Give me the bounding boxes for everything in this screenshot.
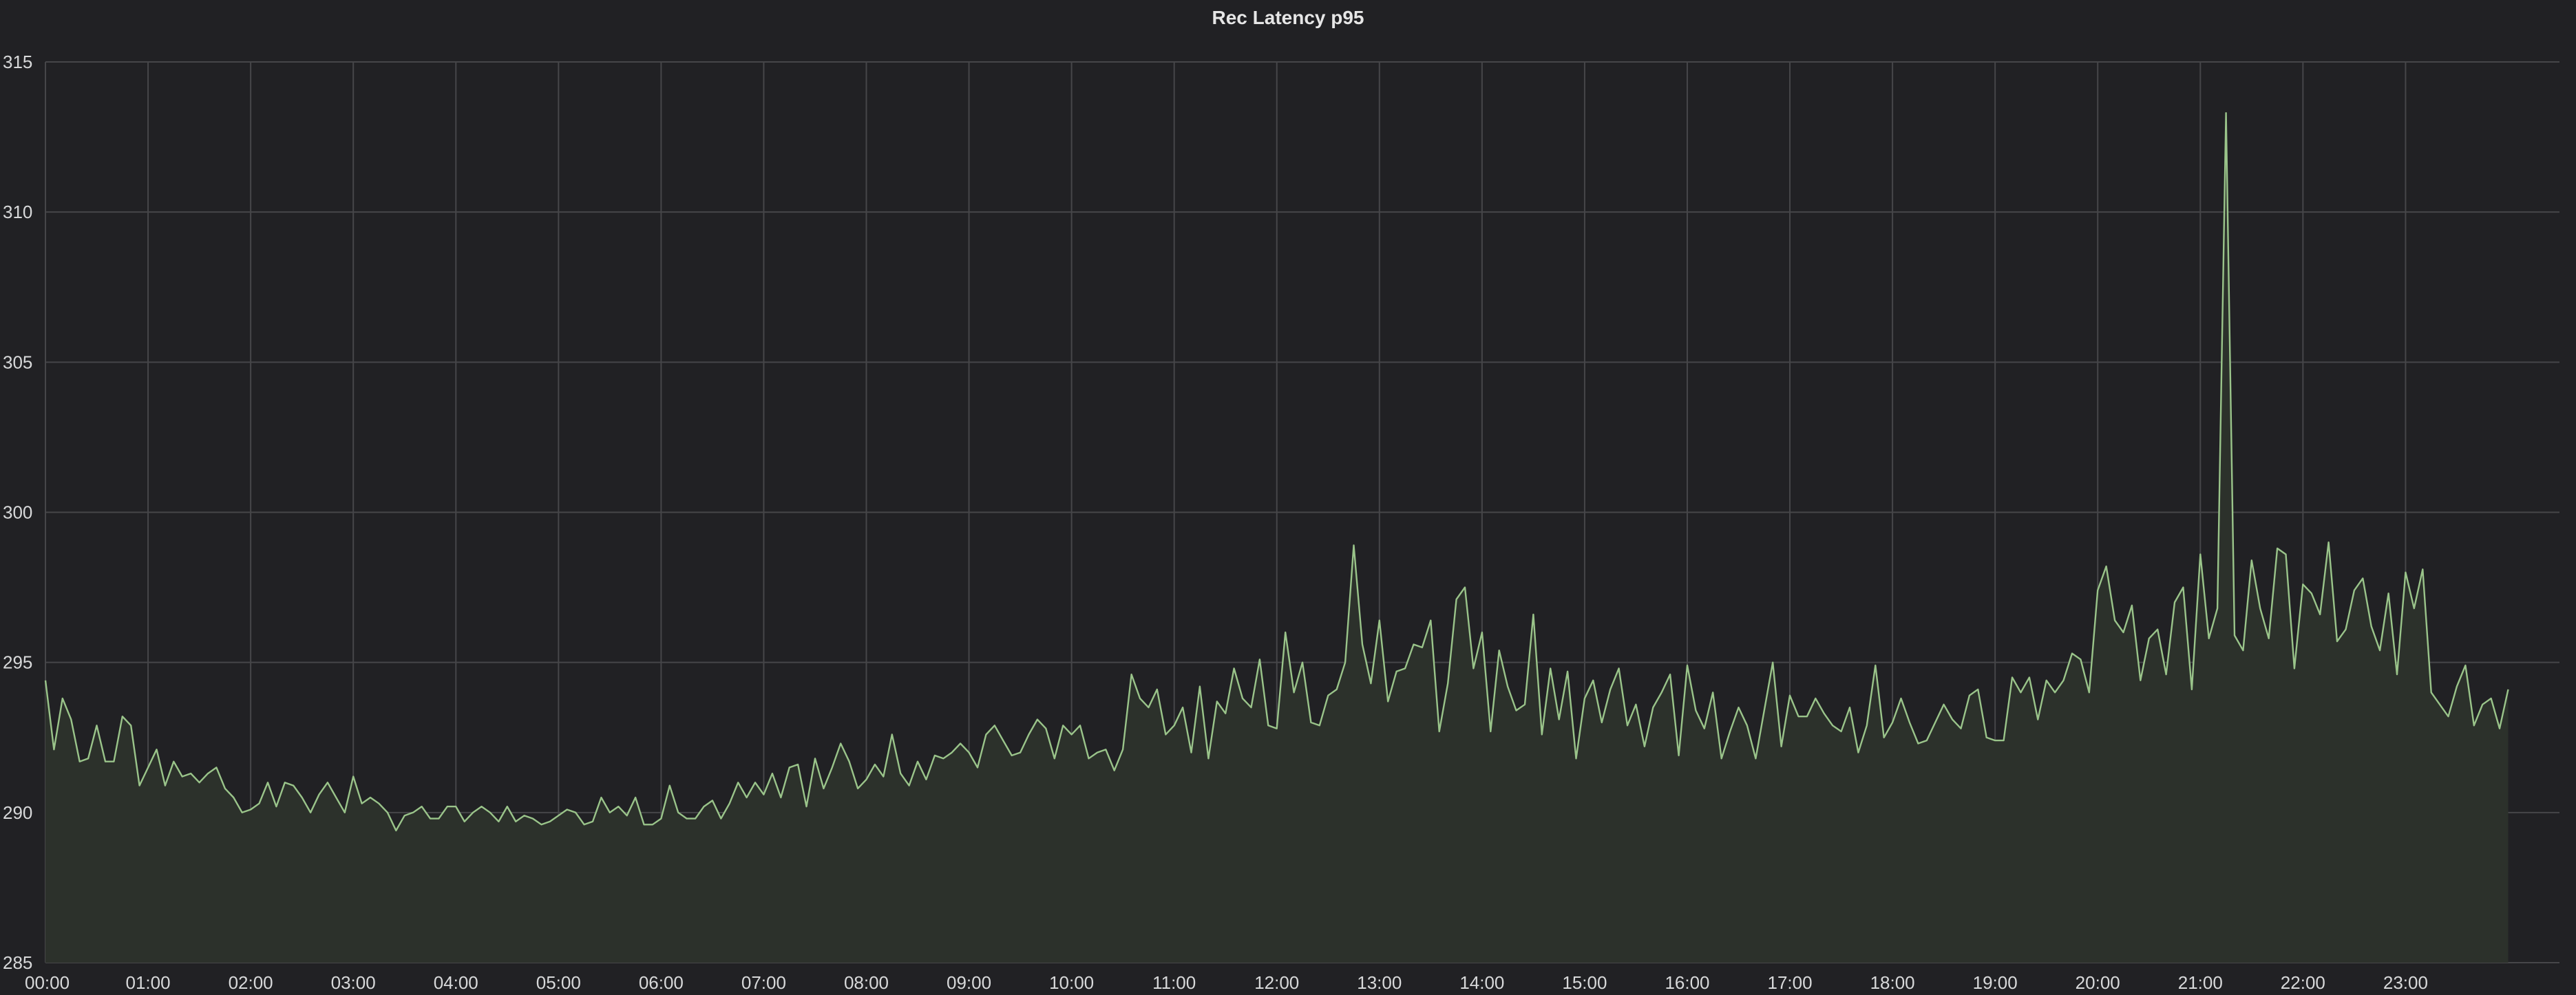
x-tick-label: 08:00 [844, 972, 889, 993]
x-tick-label: 23:00 [2383, 972, 2428, 993]
x-tick-label: 21:00 [2178, 972, 2223, 993]
x-tick-label: 01:00 [126, 972, 171, 993]
x-tick-label: 03:00 [331, 972, 376, 993]
x-tick-label: 05:00 [536, 972, 581, 993]
x-tick-label: 17:00 [1768, 972, 1813, 993]
x-tick-label: 06:00 [639, 972, 684, 993]
x-tick-label: 10:00 [1049, 972, 1094, 993]
chart-plot: 285 290 295 300 305 310 315 00:00 01:00 02:00 03:… [3, 52, 2559, 993]
y-axis: 285 290 295 300 305 310 315 [3, 52, 32, 973]
x-tick-label: 00:00 [25, 972, 70, 993]
x-axis: 00:00 01:00 02:00 03:00 04:00 05:00 06:00 07:00… [25, 972, 2428, 993]
y-tick-label: 285 [3, 952, 32, 973]
x-tick-label: 14:00 [1459, 972, 1504, 993]
x-tick-label: 07:00 [741, 972, 786, 993]
x-tick-label: 13:00 [1357, 972, 1402, 993]
y-tick-label: 305 [3, 352, 32, 372]
x-tick-label: 22:00 [2281, 972, 2325, 993]
x-tick-label: 04:00 [434, 972, 478, 993]
x-tick-label: 02:00 [229, 972, 273, 993]
x-tick-label: 20:00 [2076, 972, 2120, 993]
y-tick-label: 315 [3, 52, 32, 72]
y-tick-label: 295 [3, 652, 32, 673]
x-tick-label: 16:00 [1665, 972, 1709, 993]
y-tick-label: 310 [3, 202, 32, 222]
x-tick-label: 12:00 [1254, 972, 1299, 993]
x-tick-label: 18:00 [1870, 972, 1915, 993]
y-tick-label: 290 [3, 802, 32, 823]
x-tick-label: 11:00 [1152, 972, 1196, 993]
x-tick-label: 09:00 [947, 972, 991, 993]
x-tick-label: 19:00 [1973, 972, 2018, 993]
x-tick-label: 15:00 [1562, 972, 1607, 993]
y-tick-label: 300 [3, 502, 32, 523]
